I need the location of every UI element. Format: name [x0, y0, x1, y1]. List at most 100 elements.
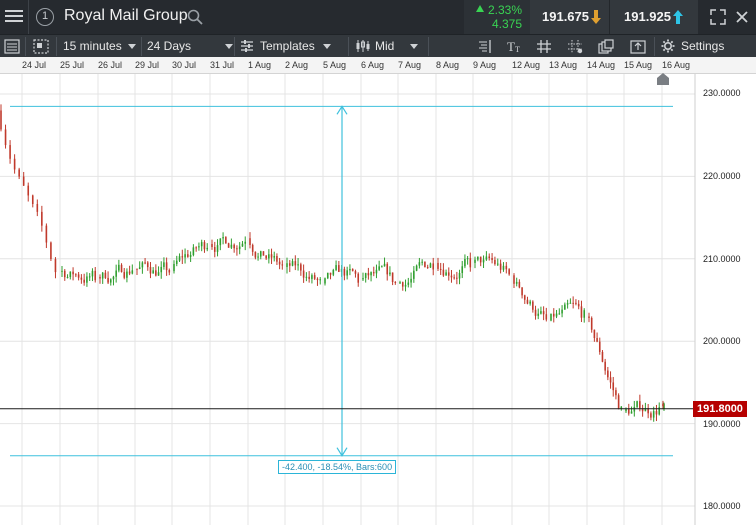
list-icon[interactable] [4, 39, 20, 54]
chevron-down-icon [322, 44, 331, 50]
up-candle [389, 272, 391, 275]
interval-select[interactable]: 15 minutes [63, 35, 136, 58]
up-candle [291, 261, 294, 266]
down-candle [343, 268, 346, 276]
date-label: 9 Aug [473, 60, 497, 70]
up-candle [189, 255, 192, 257]
up-candle [297, 264, 299, 266]
up-candle [200, 242, 203, 247]
buy-button[interactable]: 191.925 [609, 0, 698, 34]
templates-button[interactable]: Templates [240, 35, 331, 58]
windows-icon[interactable] [598, 39, 614, 54]
up-candle [222, 237, 224, 239]
up-candle [335, 265, 337, 270]
date-label: 24 Jul [22, 60, 47, 70]
up-candle [152, 270, 154, 274]
down-candle [249, 238, 251, 246]
crosshair-icon[interactable] [567, 39, 583, 54]
text-tool-icon[interactable]: T T [506, 39, 522, 54]
chart-canvas[interactable] [0, 74, 756, 525]
layout-icon[interactable] [33, 39, 49, 54]
up-candle [445, 272, 447, 276]
menu-icon[interactable] [4, 7, 24, 27]
down-candle [63, 270, 66, 278]
up-candle [259, 251, 262, 257]
up-candle [88, 276, 91, 278]
measure-tool[interactable] [0, 105, 695, 457]
down-candle [211, 243, 213, 248]
down-candle [577, 303, 580, 307]
up-candle [198, 246, 200, 248]
date-axis: 24 Jul 25 Jul 26 Jul 29 Jul 30 Jul 31 Ju… [0, 57, 756, 74]
range-select[interactable]: 24 Days [147, 35, 234, 58]
settings-label: Settings [681, 39, 725, 53]
down-candle [251, 245, 254, 252]
up-candle [69, 271, 72, 278]
expand-icon[interactable] [710, 9, 726, 25]
date-label: 30 Jul [172, 60, 197, 70]
toolbar-divider [234, 37, 235, 56]
down-candle [580, 306, 583, 318]
close-icon[interactable] [734, 9, 750, 25]
up-candle [305, 276, 308, 278]
down-candle [136, 268, 138, 270]
down-candle [609, 377, 612, 383]
grid-icon[interactable] [536, 39, 552, 54]
change-points: 4.375 [491, 17, 522, 31]
down-candle [453, 277, 455, 279]
down-candle [601, 351, 604, 362]
price-axis-label: 200.0000 [703, 336, 741, 346]
up-candle [404, 284, 407, 287]
current-date-marker-icon [657, 73, 669, 85]
expand-chart-icon[interactable] [630, 39, 646, 54]
up-candle [91, 270, 94, 277]
down-candle [9, 145, 11, 159]
up-candle [540, 311, 542, 314]
svg-text:T: T [507, 39, 515, 54]
down-candle [450, 275, 453, 278]
down-candle [357, 273, 360, 283]
search-icon[interactable] [187, 9, 203, 25]
up-candle [173, 263, 175, 272]
down-candle [469, 258, 472, 268]
up-candle [244, 241, 247, 244]
down-candle [612, 382, 615, 391]
down-candle [120, 264, 123, 273]
settings-button[interactable]: Settings [661, 35, 724, 58]
date-label: 1 Aug [248, 60, 272, 70]
svg-text:T: T [515, 45, 520, 54]
down-candle [596, 338, 598, 342]
down-candle [351, 268, 354, 272]
toolbar-divider [654, 37, 655, 56]
up-candle [636, 401, 638, 407]
price-chart[interactable]: 230.0000 220.0000 210.0000 200.0000 190.… [0, 74, 756, 525]
price-type-select[interactable]: Mid [355, 35, 419, 58]
down-candle [391, 272, 394, 283]
down-candle [650, 413, 652, 418]
chart-toolbar: 15 minutes 24 Days Templates Mid T T Set… [0, 34, 756, 57]
up-candle [216, 245, 219, 252]
down-candle [4, 129, 7, 146]
change-percent: 2.33% [487, 3, 522, 17]
down-candle [617, 395, 620, 410]
sell-button[interactable]: 191.675 [530, 0, 609, 34]
down-candle [41, 211, 43, 226]
up-candle [112, 276, 115, 280]
down-candle [604, 361, 606, 371]
down-candle [265, 255, 267, 259]
info-icon[interactable]: 1 [36, 8, 54, 26]
up-candle [378, 266, 380, 270]
up-candle [496, 263, 499, 265]
up-candle [126, 271, 128, 278]
candlestick-series [0, 104, 665, 422]
date-label: 31 Jul [210, 60, 235, 70]
date-label: 26 Jul [98, 60, 123, 70]
down-candle [31, 195, 34, 205]
up-candle [474, 259, 476, 263]
price-axis-label: 220.0000 [703, 171, 741, 181]
up-candle [118, 264, 120, 271]
down-candle [128, 271, 131, 274]
indicators-icon[interactable] [476, 39, 492, 54]
down-candle [627, 408, 630, 414]
up-candle [109, 279, 112, 283]
